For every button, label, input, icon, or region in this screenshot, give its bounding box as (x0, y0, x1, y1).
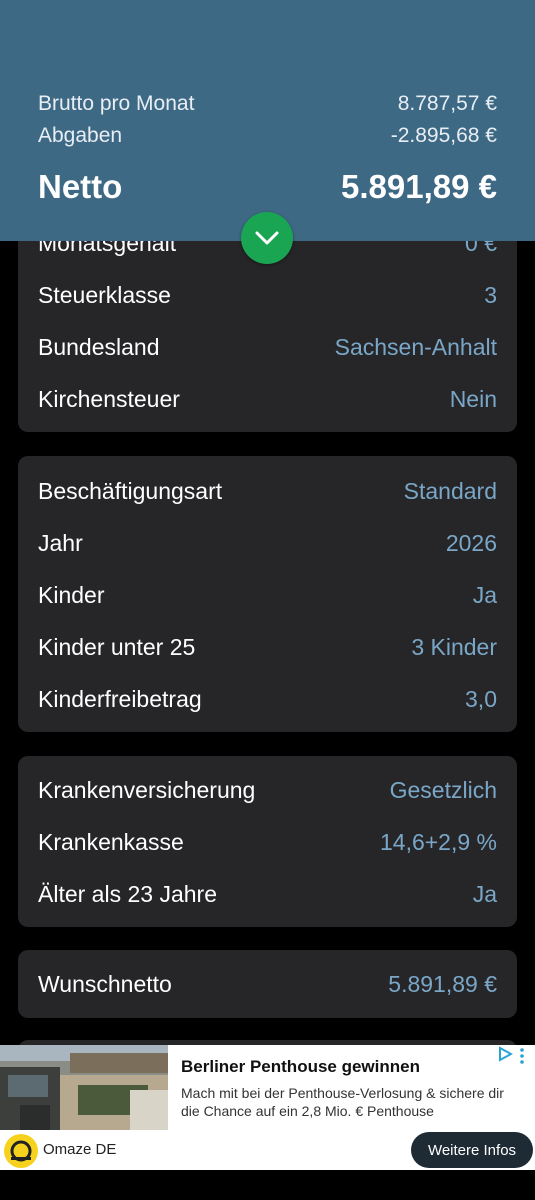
kirchensteuer-value: Nein (449, 385, 497, 412)
card-employment: Beschäftigungsart Standard Jahr 2026 Kin… (18, 456, 517, 732)
jahr-value: 2026 (445, 529, 497, 556)
kinder-label: Kinder (38, 581, 105, 608)
wunschnetto-label: Wunschnetto (38, 970, 172, 997)
salary-calculator-screen: Monatsgehalt 0 € Steuerklasse 3 Bundesla… (0, 0, 535, 1200)
more-vertical-icon[interactable] (518, 1047, 526, 1065)
steuerklasse-label: Steuerklasse (38, 281, 171, 308)
ad-title[interactable]: Berliner Penthouse gewinnen (181, 1057, 420, 1077)
row-kinder[interactable]: Kinder Ja (38, 578, 497, 612)
ad-brand-name: Omaze DE (43, 1141, 117, 1158)
brutto-label: Brutto pro Monat (38, 92, 195, 115)
row-wunschnetto[interactable]: Wunschnetto 5.891,89 € (38, 967, 497, 1001)
net-salary-summary: Brutto pro Monat 8.787,57 € Abgaben -2.8… (0, 0, 535, 241)
bundesland-label: Bundesland (38, 333, 160, 360)
card-wunschnetto: Wunschnetto 5.891,89 € (18, 950, 517, 1018)
row-bundesland[interactable]: Bundesland Sachsen-Anhalt (38, 330, 497, 364)
aelter-als-23-label: Älter als 23 Jahre (38, 880, 217, 907)
row-jahr[interactable]: Jahr 2026 (38, 526, 497, 560)
expand-details-button[interactable] (241, 212, 293, 264)
row-kirchensteuer[interactable]: Kirchensteuer Nein (38, 382, 497, 416)
abgaben-row: Abgaben -2.895,68 € (38, 122, 497, 150)
brand-logo-icon (4, 1134, 38, 1168)
row-kinderfreibetrag[interactable]: Kinderfreibetrag 3,0 (38, 682, 497, 716)
chevron-down-icon (255, 231, 279, 245)
kinderfreibetrag-value: 3,0 (465, 685, 497, 712)
kinder-unter-25-value: 3 Kinder (411, 633, 497, 660)
aelter-als-23-value: Ja (472, 880, 497, 907)
abgaben-label: Abgaben (38, 124, 123, 147)
kinder-unter-25-label: Kinder unter 25 (38, 633, 196, 660)
netto-row: Netto 5.891,89 € (38, 166, 497, 208)
ad-banner[interactable]: Berliner Penthouse gewinnen Mach mit bei… (0, 1045, 535, 1170)
row-krankenversicherung[interactable]: Krankenversicherung Gesetzlich (38, 773, 497, 807)
wunschnetto-value: 5.891,89 € (388, 970, 497, 997)
brutto-value: 8.787,57 € (397, 92, 497, 115)
kinderfreibetrag-label: Kinderfreibetrag (38, 685, 202, 712)
abgaben-value: -2.895,68 € (390, 124, 497, 147)
beschaeftigungsart-label: Beschäftigungsart (38, 477, 223, 504)
netto-value: 5.891,89 € (341, 168, 497, 205)
ad-image[interactable] (0, 1045, 168, 1130)
steuerklasse-value: 3 (484, 281, 497, 308)
brutto-row: Brutto pro Monat 8.787,57 € (38, 90, 497, 118)
adchoices-icon[interactable] (497, 1046, 513, 1062)
card-insurance: Krankenversicherung Gesetzlich Krankenka… (18, 756, 517, 927)
krankenversicherung-value: Gesetzlich (389, 776, 497, 803)
jahr-label: Jahr (38, 529, 83, 556)
row-beschaeftigungsart[interactable]: Beschäftigungsart Standard (38, 474, 497, 508)
ad-text[interactable]: Mach mit bei der Penthouse-Verlosung & s… (181, 1084, 511, 1120)
beschaeftigungsart-value: Standard (403, 477, 497, 504)
krankenversicherung-label: Krankenversicherung (38, 776, 256, 803)
row-steuerklasse[interactable]: Steuerklasse 3 (38, 278, 497, 312)
krankenkasse-value: 14,6+2,9 % (379, 828, 497, 855)
row-aelter-als-23[interactable]: Älter als 23 Jahre Ja (38, 877, 497, 911)
netto-label: Netto (38, 168, 123, 205)
bundesland-value: Sachsen-Anhalt (334, 333, 497, 360)
kirchensteuer-label: Kirchensteuer (38, 385, 180, 412)
krankenkasse-label: Krankenkasse (38, 828, 184, 855)
row-kinder-unter-25[interactable]: Kinder unter 25 3 Kinder (38, 630, 497, 664)
row-krankenkasse[interactable]: Krankenkasse 14,6+2,9 % (38, 825, 497, 859)
kinder-value: Ja (472, 581, 497, 608)
ad-cta-button[interactable]: Weitere Infos (411, 1132, 533, 1168)
